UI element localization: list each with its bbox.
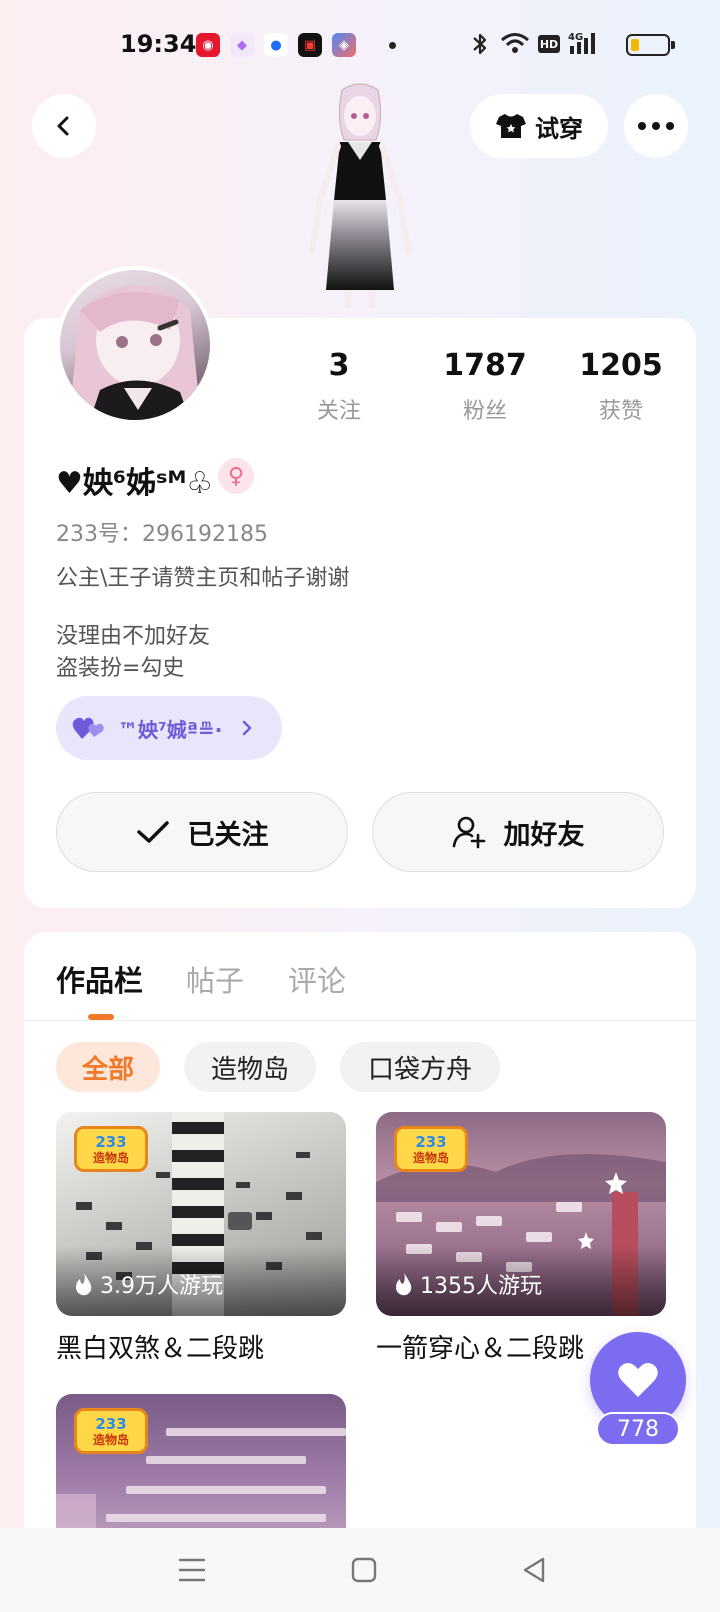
female-gender-icon: ♀ (218, 458, 254, 494)
zaowudao-badge: 233 造物岛 (74, 1408, 148, 1454)
system-navigation-bar (0, 1528, 720, 1612)
heart-icon (618, 1363, 658, 1397)
user-id: 233号：296192185 (56, 522, 268, 547)
shirt-icon (496, 114, 526, 138)
bio-line-1: 公主\王子请赞主页和帖子谢谢 (56, 566, 350, 591)
likes-label: 获赞 (598, 399, 643, 424)
cellular-signal-icon: 4G (568, 30, 602, 61)
status-bar: 19:34 ◉ ◆ ● ▣ ◈ HD 4G (0, 0, 720, 92)
triangle-back-icon (523, 1557, 545, 1583)
fire-icon (76, 1273, 92, 1296)
chevron-left-icon (57, 116, 69, 136)
bio-line-3: 盗装扮=勾史 (56, 656, 185, 681)
guild-chip[interactable]: ™姎⁷娍ª≞· (56, 696, 282, 760)
checkmark-icon (136, 821, 169, 843)
app-notification-icon: ◆ (230, 33, 254, 57)
following-label: 关注 (316, 399, 361, 424)
following-count: 3 (328, 348, 350, 383)
play-count: 3.9万人游玩 (74, 1268, 223, 1300)
more-dots-icon (638, 122, 674, 130)
work-thumbnail[interactable]: 233 造物岛 (56, 1394, 346, 1528)
work-title[interactable]: 一箭穿心＆二段跳 (376, 1328, 584, 1365)
tab-divider (24, 1020, 696, 1021)
guild-name: ™姎⁷娍ª≞· (118, 717, 223, 742)
back-nav-button[interactable] (514, 1550, 554, 1590)
home-button[interactable] (344, 1550, 384, 1590)
work-title[interactable]: 黑白双煞＆二段跳 (56, 1328, 264, 1365)
tab-comments[interactable]: 评论 (288, 958, 346, 1000)
recent-apps-button[interactable] (172, 1550, 212, 1590)
followed-button[interactable]: 已关注 (56, 792, 348, 872)
wifi-icon (500, 31, 530, 60)
fire-icon (396, 1273, 412, 1296)
try-on-button[interactable]: 试穿 (470, 94, 608, 158)
chevron-right-icon (242, 720, 252, 736)
browser-app-icon: ● (264, 33, 288, 57)
tab-posts[interactable]: 帖子 (186, 958, 244, 1000)
followers-label: 粉丝 (462, 399, 507, 424)
zaowudao-badge: 233 造物岛 (394, 1126, 468, 1172)
followed-label: 已关注 (187, 819, 269, 851)
back-button[interactable] (32, 94, 96, 158)
battery-icon (626, 34, 675, 56)
play-count: 1355人游玩 (394, 1268, 542, 1300)
svg-text:4G: 4G (568, 32, 583, 43)
hd-icon: HD (538, 35, 560, 53)
likes-count: 1205 (579, 348, 663, 383)
more-options-button[interactable] (624, 94, 688, 158)
menu-icon (178, 1558, 206, 1582)
add-friend-button[interactable]: 加好友 (372, 792, 664, 872)
followers-stat[interactable]: 1787 粉丝 (410, 348, 560, 425)
square-icon (351, 1557, 377, 1583)
tab-works[interactable]: 作品栏 (56, 958, 143, 1000)
following-stat[interactable]: 3 关注 (264, 348, 414, 425)
status-time: 19:34 (120, 30, 197, 58)
try-on-label: 试穿 (535, 114, 583, 143)
bio-line-2: 没理由不加好友 (56, 624, 211, 649)
likes-stat[interactable]: 1205 获赞 (546, 348, 696, 425)
zaowudao-badge: 233 造物岛 (74, 1126, 148, 1172)
filter-koudaifangzhou[interactable]: 口袋方舟 (340, 1042, 500, 1092)
weibo-app-icon: ◉ (196, 33, 220, 57)
appstore-app-icon: ◈ (332, 33, 356, 57)
bluetooth-icon (470, 32, 490, 61)
filter-zaowudao[interactable]: 造物岛 (184, 1042, 316, 1092)
add-friend-label: 加好友 (503, 819, 585, 851)
add-user-icon (452, 816, 485, 849)
avatar[interactable] (56, 266, 214, 424)
work-thumbnail[interactable]: 233 造物岛 3.9万人游玩 (56, 1112, 346, 1316)
profile-nickname: ♥姎⁶姊ˢᴹ♧ (56, 466, 214, 501)
filter-all[interactable]: 全部 (56, 1042, 160, 1092)
heart-pair-icon (72, 717, 104, 739)
more-notifications-dot (389, 42, 396, 49)
video-app-icon: ▣ (298, 33, 322, 57)
avatar-character-figure[interactable] (290, 80, 430, 310)
work-thumbnail[interactable]: 233 造物岛 1355人游玩 (376, 1112, 666, 1316)
like-count: 778 (596, 1412, 680, 1446)
followers-count: 1787 (443, 348, 527, 383)
